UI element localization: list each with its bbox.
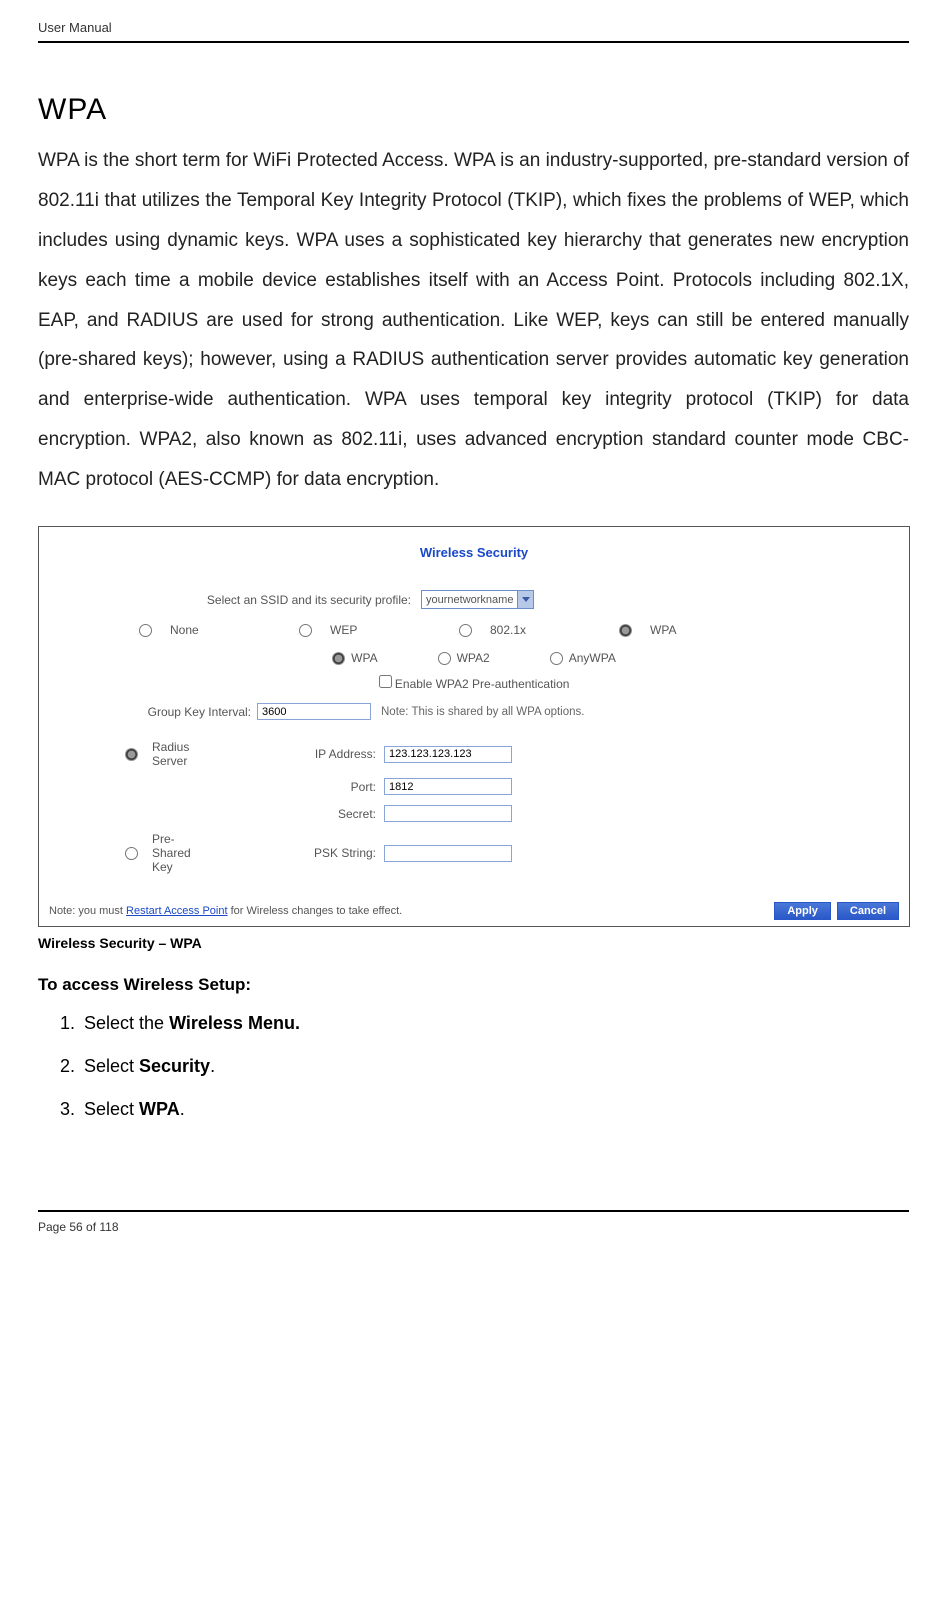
wpa-sub-label: WPA [351,651,377,665]
step-3: Select WPA. [80,1099,909,1120]
ssid-select-value[interactable]: yournetworkname [422,594,517,606]
steps-list: Select the Wireless Menu. Select Securit… [42,1013,909,1120]
radio-wep[interactable] [299,624,312,637]
secret-input[interactable] [384,805,512,822]
step1-bold: Wireless Menu. [169,1013,300,1033]
port-label: Port: [139,780,384,794]
footer-note-prefix: Note: you must [49,905,126,917]
footer-rule [38,1210,909,1212]
radio-radius[interactable] [125,748,138,761]
radio-anywpa-sub[interactable] [550,652,563,665]
access-heading: To access Wireless Setup: [38,975,909,995]
radio-8021x[interactable] [459,624,472,637]
step1-prefix: Select the [84,1013,169,1033]
mode-wep-label: WEP [330,623,357,637]
cancel-button[interactable]: Cancel [837,902,899,920]
figure-caption: Wireless Security – WPA [38,935,909,951]
footer-note: Note: you must Restart Access Point for … [49,905,768,917]
group-key-input[interactable] [257,703,371,720]
radio-psk[interactable] [125,847,138,860]
step2-suffix: . [210,1056,215,1076]
group-key-note: Note: This is shared by all WPA options. [381,706,584,718]
radio-wpa2-sub[interactable] [438,652,451,665]
panel-title: Wireless Security [39,527,909,590]
footer-note-suffix: for Wireless changes to take effect. [228,905,403,917]
secret-label: Secret: [139,807,384,821]
wpa2-sub-label: WPA2 [457,651,490,665]
step2-bold: Security [139,1056,210,1076]
wpa-sub-row: WPA WPA2 AnyWPA [39,651,909,675]
step-2: Select Security. [80,1056,909,1077]
psk-string-input[interactable] [384,845,512,862]
preauth-label: Enable WPA2 Pre-authentication [395,677,570,691]
restart-link[interactable]: Restart Access Point [126,905,228,917]
doc-header: User Manual [38,20,909,41]
step2-prefix: Select [84,1056,139,1076]
chevron-down-icon[interactable] [517,591,533,608]
radio-none[interactable] [139,624,152,637]
page-number: Page 56 of 118 [38,1220,909,1234]
step3-bold: WPA [139,1099,180,1119]
security-mode-row: None WEP 802.1x WPA [39,623,909,651]
radio-wpa[interactable] [619,624,632,637]
mode-none-label: None [170,623,199,637]
mode-wpa-label: WPA [650,623,676,637]
section-title: WPA [38,93,909,127]
ip-label: IP Address: [139,747,384,761]
mode-8021x-label: 802.1x [490,623,526,637]
wireless-security-panel: Wireless Security Select an SSID and its… [38,526,910,927]
port-input[interactable] [384,778,512,795]
group-key-label: Group Key Interval: [39,705,257,719]
apply-button[interactable]: Apply [774,902,831,920]
ip-input[interactable] [384,746,512,763]
section-body: WPA is the short term for WiFi Protected… [38,141,909,500]
anywpa-sub-label: AnyWPA [569,651,616,665]
step3-suffix: . [180,1099,185,1119]
preauth-checkbox[interactable] [379,675,392,688]
psk-string-label: PSK String: [139,846,384,860]
ssid-label: Select an SSID and its security profile: [79,593,421,607]
step3-prefix: Select [84,1099,139,1119]
header-rule [38,41,909,43]
step-1: Select the Wireless Menu. [80,1013,909,1034]
radio-wpa-sub[interactable] [332,652,345,665]
